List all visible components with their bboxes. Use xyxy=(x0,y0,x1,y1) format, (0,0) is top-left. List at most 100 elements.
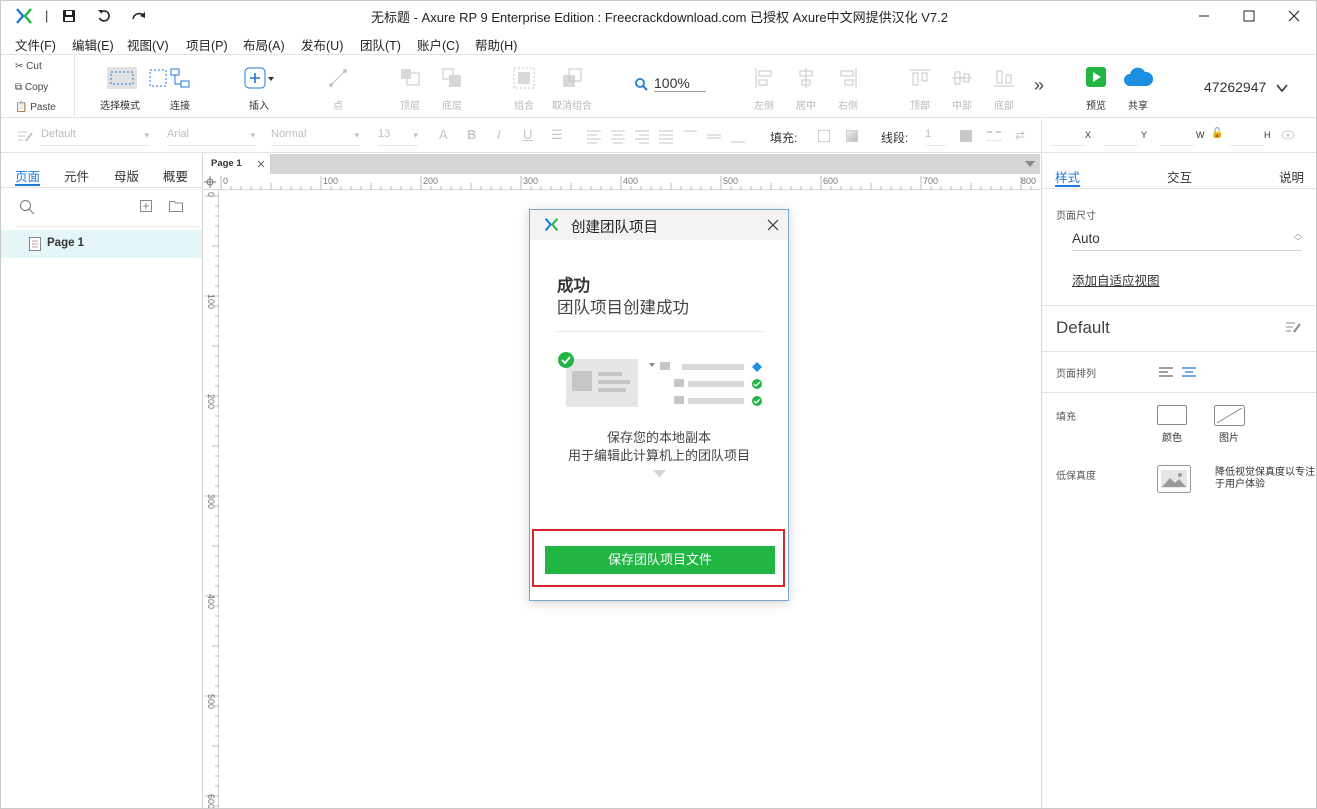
copy-button[interactable]: ⧉ Copy xyxy=(15,82,48,93)
close-tab-icon[interactable] xyxy=(257,160,265,168)
user-account[interactable]: 47262947 xyxy=(1204,79,1288,95)
paste-button[interactable]: 📋 Paste xyxy=(15,102,56,113)
style-select[interactable]: Default ▾ xyxy=(41,128,149,146)
align-top-label: 顶部 xyxy=(910,101,930,112)
align-bottom-button[interactable]: 底部 xyxy=(985,55,1023,117)
visibility-eye-icon[interactable] xyxy=(1281,130,1295,140)
zoom-control[interactable]: 100% xyxy=(634,73,706,95)
fill-color-button[interactable] xyxy=(1157,405,1187,425)
font-color-icon[interactable]: A xyxy=(439,127,448,142)
zoom-value[interactable]: 100% xyxy=(654,75,706,92)
page-tab-label: Page 1 xyxy=(211,158,242,169)
clipboard-group: ✂ Cut ⧉ Copy 📋 Paste xyxy=(1,55,75,117)
close-window-icon[interactable] xyxy=(1287,9,1301,23)
low-fidelity-toggle[interactable] xyxy=(1157,465,1191,493)
style-name: Default xyxy=(1056,318,1110,337)
add-folder-icon[interactable] xyxy=(169,200,183,212)
tab-list-dropdown-icon[interactable] xyxy=(1025,161,1035,168)
y-input[interactable] xyxy=(1105,128,1139,146)
height-input[interactable] xyxy=(1229,128,1263,146)
menu-account[interactable]: 账户(C) xyxy=(417,35,459,54)
lock-ratio-icon[interactable]: 🔓 xyxy=(1211,128,1223,139)
arrow-style-icon[interactable]: ⇄ xyxy=(1015,128,1025,142)
stroke-width-input[interactable]: 1 xyxy=(925,128,947,146)
style-edit-icon xyxy=(18,131,33,142)
y-label: Y xyxy=(1141,130,1148,140)
tab-widgets[interactable]: 元件 xyxy=(64,166,89,185)
fill-image-button[interactable] xyxy=(1214,405,1245,426)
ruler-h-label: 800 xyxy=(1021,176,1037,186)
send-to-back-button[interactable]: 底层 xyxy=(433,55,471,117)
align-middle-button[interactable]: 中部 xyxy=(943,55,981,117)
fill-color-swatch[interactable] xyxy=(818,130,830,142)
menu-bar: 文件(F) 编辑(E) 视图(V) 项目(P) 布局(A) 发布(U) 团队(T… xyxy=(1,31,1316,54)
ruler-origin-icon xyxy=(204,176,216,188)
ungroup-button[interactable]: 取消组合 xyxy=(549,55,595,117)
close-icon[interactable] xyxy=(767,219,779,231)
search-icon[interactable] xyxy=(19,199,35,215)
menu-help[interactable]: 帮助(H) xyxy=(475,35,517,54)
menu-team[interactable]: 团队(T) xyxy=(360,35,401,54)
italic-icon[interactable]: I xyxy=(497,127,501,142)
select-mode-button[interactable]: 选择模式 xyxy=(85,55,167,117)
text-align-icons[interactable] xyxy=(587,130,747,144)
tab-style[interactable]: 样式 xyxy=(1055,167,1080,186)
edit-style-icon[interactable] xyxy=(1285,320,1301,334)
stroke-color-swatch[interactable] xyxy=(960,130,972,142)
menu-view[interactable]: 视图(V) xyxy=(127,35,169,54)
point-button[interactable]: 点 xyxy=(319,55,357,117)
menu-project[interactable]: 项目(P) xyxy=(186,35,228,54)
align-top-button[interactable]: 顶部 xyxy=(901,55,939,117)
more-tools-icon[interactable]: » xyxy=(1034,75,1044,96)
w-label: W xyxy=(1196,130,1205,140)
save-team-project-button[interactable]: 保存团队项目文件 xyxy=(545,546,775,574)
x-input[interactable] xyxy=(1051,128,1085,146)
align-right-button[interactable]: 右侧 xyxy=(829,55,867,117)
font-select[interactable]: Arial ▾ xyxy=(167,128,255,146)
menu-file[interactable]: 文件(F) xyxy=(15,35,56,54)
group-button[interactable]: 组合 xyxy=(505,55,543,117)
insert-button[interactable]: 插入 xyxy=(239,55,279,117)
dialog-divider xyxy=(557,331,763,332)
tab-outline[interactable]: 概要 xyxy=(163,166,188,185)
cut-button[interactable]: ✂ Cut xyxy=(15,61,42,72)
align-left-button[interactable]: 左侧 xyxy=(745,55,783,117)
copy-label: Copy xyxy=(24,82,49,93)
tab-masters[interactable]: 母版 xyxy=(114,166,139,185)
add-page-icon[interactable] xyxy=(140,200,152,212)
minimize-icon[interactable] xyxy=(1197,9,1211,23)
preview-button[interactable]: 预览 xyxy=(1079,55,1113,117)
menu-edit[interactable]: 编辑(E) xyxy=(72,35,114,54)
fill-section-label: 填充 xyxy=(1056,412,1076,423)
width-input[interactable] xyxy=(1161,128,1195,146)
align-page-center-icon[interactable] xyxy=(1182,367,1196,378)
page-list-item[interactable]: Page 1 xyxy=(1,230,202,258)
main-toolbar: ✂ Cut ⧉ Copy 📋 Paste 选择模式 连接 插入 点 顶层 底层 … xyxy=(1,54,1316,118)
window-title: 无标题 - Axure RP 9 Enterprise Edition : Fr… xyxy=(370,10,948,25)
tab-notes[interactable]: 说明 xyxy=(1279,167,1304,186)
bold-icon[interactable]: B xyxy=(467,127,476,142)
maximize-icon[interactable] xyxy=(1242,9,1256,23)
font-size-select[interactable]: 13 ▾ xyxy=(378,128,418,146)
format-bar: Default ▾ Arial ▾ Normal ▾ 13 ▾ A B I U ☰ 填充… xyxy=(1,119,1316,153)
stroke-style-icon[interactable] xyxy=(987,131,1001,141)
tab-interactions[interactable]: 交互 xyxy=(1167,167,1192,186)
font-weight-select[interactable]: Normal ▾ xyxy=(271,128,359,146)
add-adaptive-view-link[interactable]: 添加自适应视图 xyxy=(1072,270,1160,289)
share-button[interactable]: 共享 xyxy=(1119,55,1157,117)
fill-gradient-swatch[interactable] xyxy=(846,130,858,142)
connect-button[interactable]: 连接 xyxy=(161,55,199,117)
tab-pages[interactable]: 页面 xyxy=(15,166,40,185)
list-icon[interactable]: ☰ xyxy=(551,127,563,143)
menu-layout[interactable]: 布局(A) xyxy=(243,35,285,54)
underline-icon[interactable]: U xyxy=(523,127,532,142)
dialog-header: 创建团队项目 xyxy=(530,210,788,240)
share-label: 共享 xyxy=(1128,101,1148,112)
page-tab[interactable]: Page 1 xyxy=(203,154,271,174)
align-center-label: 居中 xyxy=(796,101,816,112)
bring-to-front-button[interactable]: 顶层 xyxy=(391,55,429,117)
align-page-left-icon[interactable] xyxy=(1159,367,1173,378)
menu-publish[interactable]: 发布(U) xyxy=(301,35,343,54)
align-center-button[interactable]: 居中 xyxy=(787,55,825,117)
page-size-select[interactable]: Auto ︿ ﹀ xyxy=(1072,230,1302,251)
